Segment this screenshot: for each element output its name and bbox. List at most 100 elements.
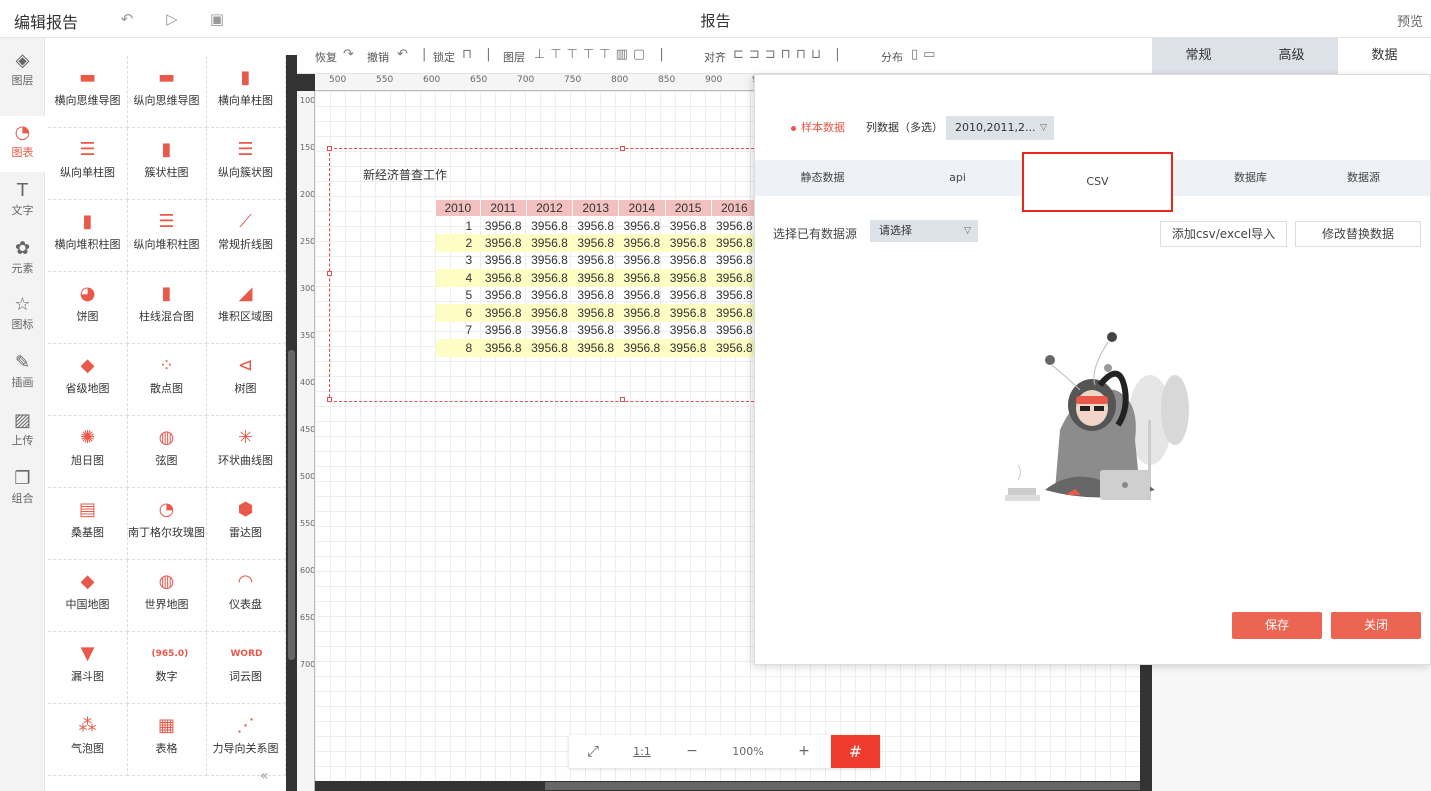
sidebar-item-chart-pie[interactable]: ◔ 图表 <box>0 116 45 172</box>
chart-type-icon: ✺ <box>79 427 96 448</box>
tab-api[interactable]: api <box>890 160 1025 196</box>
chart-type-item[interactable]: ▬ 纵向思维导图 <box>127 56 207 128</box>
resize-handle[interactable] <box>327 397 332 402</box>
chart-type-item[interactable]: ◆ 中国地图 <box>48 560 128 632</box>
chart-type-item[interactable]: ⋰ 力导向关系图 <box>206 704 286 776</box>
data-dialog: 样本数据 列数据（多选） 2010,2011,2... ▽ 静态数据 api CS… <box>754 74 1431 665</box>
redo-button[interactable]: 恢复 <box>315 49 337 65</box>
table-cell: 3956.8 <box>484 288 522 303</box>
chart-type-icon: ◍ <box>158 427 175 448</box>
chart-type-item[interactable]: ⟋ 常规折线图 <box>206 200 286 272</box>
actual-size-button[interactable]: 1:1 <box>617 735 667 768</box>
chart-type-item[interactable]: ⁂ 气泡图 <box>48 704 128 776</box>
chart-type-icon: ☰ <box>237 139 254 160</box>
chart-type-item[interactable]: ☰ 纵向单柱图 <box>48 128 128 200</box>
import-csv-button[interactable]: 添加csv/excel导入 <box>1160 221 1287 247</box>
resize-handle[interactable] <box>620 397 625 402</box>
chart-type-item[interactable]: (965.0) 数字 <box>127 632 207 704</box>
chart-type-item[interactable]: ▤ 桑基图 <box>48 488 128 560</box>
chart-type-item[interactable]: ▬ 横向思维导图 <box>48 56 128 128</box>
replace-data-button[interactable]: 修改替换数据 <box>1295 221 1421 247</box>
grid-toggle-icon[interactable]: # <box>831 735 880 768</box>
layer-tools-icon[interactable]: ⊥⊤⊤⊤⊤▥▢ | <box>534 47 669 62</box>
lock-icon[interactable]: ⊓ | <box>462 47 496 62</box>
chart-type-item[interactable]: ▼ 漏斗图 <box>48 632 128 704</box>
chart-type-item[interactable]: WORD 词云图 <box>206 632 286 704</box>
column-select[interactable]: 2010,2011,2... ▽ <box>946 116 1054 140</box>
tab-general[interactable]: 常规 <box>1152 38 1245 74</box>
save-button[interactable]: 保存 <box>1232 612 1322 639</box>
resize-handle[interactable] <box>620 146 625 151</box>
sidebar-item-label: 文字 <box>11 204 34 217</box>
tab-csv[interactable]: CSV <box>1022 152 1173 212</box>
sidebar-item-label: 图表 <box>11 146 34 159</box>
zoom-out-button[interactable]: − <box>667 735 717 768</box>
save-icon[interactable]: ▣ <box>207 9 227 29</box>
preview-button[interactable]: 预览 <box>1397 11 1423 30</box>
zoom-in-button[interactable]: + <box>779 735 829 768</box>
chart-type-item[interactable]: ⬢ 雷达图 <box>206 488 286 560</box>
chart-type-item[interactable]: ◔ 南丁格尔玫瑰图 <box>127 488 207 560</box>
tab-datasource[interactable]: 数据源 <box>1296 160 1431 196</box>
chart-type-item[interactable]: ▦ 表格 <box>127 704 207 776</box>
chart-type-item[interactable]: ◍ 世界地图 <box>127 560 207 632</box>
collapse-icon[interactable]: « <box>260 768 286 788</box>
chart-type-item[interactable]: ◆ 省级地图 <box>48 344 128 416</box>
table-row: 3 3956.8 3956.8 3956.8 3956.8 3956.8 3956.8 <box>436 252 758 270</box>
table-cell: 3956.8 <box>484 218 522 233</box>
layer-button[interactable]: 图层 <box>503 49 525 65</box>
redo-icon[interactable]: ↷ <box>343 47 359 62</box>
undo-icon[interactable]: ↶ <box>117 9 137 29</box>
table-row: 2 3956.8 3956.8 3956.8 3956.8 3956.8 3956.8 <box>435 234 758 252</box>
chart-type-item[interactable]: ✳ 环状曲线图 <box>206 416 286 488</box>
chart-type-item[interactable]: ◢ 堆积区域图 <box>206 272 286 344</box>
table-widget[interactable]: 新经济普查工作 2010 2011 2012 2013 2014 2015 2016 1 39… <box>327 146 759 402</box>
chart-type-item[interactable]: ✺ 旭日图 <box>48 416 128 488</box>
distribute-icon[interactable]: ▯▭ <box>911 47 940 62</box>
lock-button[interactable]: 锁定 <box>433 49 455 65</box>
close-button[interactable]: 关闭 <box>1331 612 1421 639</box>
chart-type-item[interactable]: ◍ 弦图 <box>127 416 207 488</box>
canvas-hscroll[interactable] <box>315 781 1140 791</box>
chart-type-item[interactable]: ▮ 柱线混合图 <box>127 272 207 344</box>
sidebar-item-star[interactable]: ☆ 图标 <box>0 288 45 344</box>
source-select[interactable]: 请选择 ▽ <box>870 220 978 242</box>
sidebar-item-group[interactable]: ❐ 组合 <box>0 462 45 518</box>
tab-advanced[interactable]: 高级 <box>1245 38 1338 74</box>
fit-screen-icon[interactable]: ⤢ <box>569 735 617 768</box>
chart-type-label: 南丁格尔玫瑰图 <box>128 526 205 539</box>
chart-type-icon: ▬ <box>157 67 175 88</box>
resize-handle[interactable] <box>327 271 332 276</box>
sidebar-item-layers[interactable]: ◈ 图层 <box>0 44 45 100</box>
chart-type-item[interactable]: ☰ 纵向堆积柱图 <box>127 200 207 272</box>
sidebar-item-palette[interactable]: ✎ 插画 <box>0 346 45 402</box>
sidebar-item-shapes[interactable]: ✿ 元素 <box>0 232 45 288</box>
chart-type-item[interactable]: ◕ 饼图 <box>48 272 128 344</box>
sidebar-item-label: 上传 <box>11 434 34 447</box>
undo-small-icon[interactable]: ↶ | <box>397 47 431 62</box>
chart-type-item[interactable]: ▮ 横向堆积柱图 <box>48 200 128 272</box>
tab-data[interactable]: 数据 <box>1338 38 1431 74</box>
resize-handle[interactable] <box>327 146 332 151</box>
table-cell: 3956.8 <box>669 218 707 233</box>
sidebar-item-image-upload[interactable]: ▨ 上传 <box>0 404 45 460</box>
chart-type-item[interactable]: ◠ 仪表盘 <box>206 560 286 632</box>
chart-type-item[interactable]: ⁘ 散点图 <box>127 344 207 416</box>
palette-scrollbar[interactable] <box>286 55 297 791</box>
zoom-level: 100% <box>732 745 764 758</box>
sidebar-item-text[interactable]: T 文字 <box>0 174 45 230</box>
align-button[interactable]: 对齐 <box>704 49 726 65</box>
tab-static-data[interactable]: 静态数据 <box>755 160 890 196</box>
chart-type-label: 树图 <box>234 382 257 395</box>
undo-button[interactable]: 撤销 <box>367 49 389 65</box>
align-tools-icon[interactable]: ⊏⊐⊐⊓⊓⊔ | <box>733 47 845 62</box>
play-icon[interactable]: ▷ <box>162 9 182 29</box>
chart-type-label: 省级地图 <box>65 382 110 395</box>
chart-type-item[interactable]: ▮ 簇状柱图 <box>127 128 207 200</box>
chart-type-item[interactable]: ☰ 纵向簇状图 <box>206 128 286 200</box>
chart-type-item[interactable]: ▮ 横向单柱图 <box>206 56 286 128</box>
table-cell: 4 <box>435 269 481 287</box>
chart-type-item[interactable]: ⊲ 树图 <box>206 344 286 416</box>
chart-type-label: 表格 <box>155 742 178 755</box>
distribute-button[interactable]: 分布 <box>881 49 903 65</box>
